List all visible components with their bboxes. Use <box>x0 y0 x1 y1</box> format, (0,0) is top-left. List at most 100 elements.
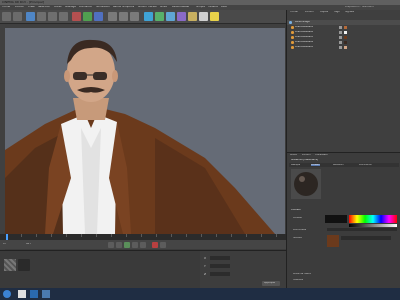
obj-tab-file[interactable]: Fichier <box>290 11 298 14</box>
attr-tab-mode[interactable]: Mode <box>290 154 297 157</box>
object-row[interactable]: Aranceldetall3 <box>287 35 400 40</box>
rotate-icon[interactable] <box>59 12 68 21</box>
photoshop-icon[interactable] <box>30 290 38 298</box>
menu-simulation[interactable]: Simulation <box>96 6 110 9</box>
material-tag-icon[interactable] <box>344 40 347 44</box>
color-spectrum[interactable] <box>349 215 397 223</box>
viewport[interactable] <box>5 28 285 234</box>
layout-selector[interactable]: Disposition : Standard <box>345 6 374 9</box>
object-row[interactable]: Aranceldetall5 <box>287 45 400 50</box>
tag-icon[interactable] <box>339 45 342 49</box>
render-icon[interactable] <box>119 12 128 21</box>
material-tag-icon[interactable] <box>344 35 347 39</box>
obj-tab-objects[interactable]: Objets <box>320 11 328 14</box>
menu-create[interactable]: Créer <box>28 6 35 9</box>
object-row[interactable]: Aranceldetall1 <box>287 25 400 30</box>
select-icon[interactable] <box>26 12 35 21</box>
x-axis-icon[interactable] <box>72 12 81 21</box>
menu-grid[interactable]: Grille <box>160 6 167 9</box>
menu-motion[interactable]: Motion Tracker <box>138 6 157 9</box>
light-icon[interactable] <box>210 12 219 21</box>
move-icon[interactable] <box>37 12 46 21</box>
play-icon[interactable] <box>124 241 130 248</box>
explorer-icon[interactable] <box>18 290 26 298</box>
record-icon[interactable] <box>152 241 158 248</box>
camera-icon[interactable] <box>199 12 208 21</box>
material-swatch[interactable] <box>4 259 16 271</box>
color-swatch[interactable] <box>325 215 347 223</box>
keyframe-icon[interactable] <box>160 241 166 248</box>
material-swatch[interactable] <box>18 259 30 271</box>
deformer-icon[interactable] <box>177 12 186 21</box>
tag-icon[interactable] <box>339 35 342 39</box>
undo-icon[interactable] <box>2 12 11 21</box>
cinema4d-icon[interactable] <box>42 290 50 298</box>
material-tag-icon[interactable] <box>344 25 347 29</box>
polygon-object-icon <box>291 41 294 44</box>
polygon-object-icon <box>291 26 294 29</box>
coordinates-manager: X Y Z Appliquer <box>200 250 286 288</box>
menu-select[interactable]: Sélection <box>38 6 50 9</box>
render-view-icon[interactable] <box>108 12 117 21</box>
object-row[interactable]: Personnage <box>287 20 400 25</box>
end-frame[interactable]: 90 F <box>26 243 32 246</box>
channel-tab-reflection[interactable]: Réflexion <box>333 164 344 166</box>
menu-scripts[interactable]: Scripts <box>196 6 205 9</box>
prev-frame-icon[interactable] <box>116 241 122 248</box>
menu-customize[interactable]: Personnaliser <box>172 6 189 9</box>
redo-icon[interactable] <box>13 12 22 21</box>
texture-thumbnail[interactable] <box>327 235 339 247</box>
attr-tab-user[interactable]: Utilisateur <box>315 154 328 157</box>
menu-help[interactable]: Aide <box>221 6 227 9</box>
menu-window[interactable]: Fenêtre <box>208 6 218 9</box>
z-axis-icon[interactable] <box>94 12 103 21</box>
attr-tab-edit[interactable]: Edition <box>302 154 311 157</box>
coord-y-field[interactable] <box>210 264 230 268</box>
menu-tools[interactable]: Outils <box>54 6 62 9</box>
object-row[interactable]: Aranceldetall2 <box>287 30 400 35</box>
next-frame-icon[interactable] <box>132 241 138 248</box>
render-settings-icon[interactable] <box>130 12 139 21</box>
channel-tabs: Basique Couleur Réflexion Luminance <box>289 163 399 167</box>
channel-tab-color[interactable]: Couleur <box>311 163 320 166</box>
material-tag-icon[interactable] <box>344 45 347 49</box>
taskbar <box>0 288 400 300</box>
obj-tab-edit[interactable]: Edition <box>305 11 314 14</box>
obj-tab-bookmarks[interactable]: Signets <box>345 11 354 14</box>
object-manager: Fichier Edition Objets Tags Signets Pers… <box>286 10 400 152</box>
start-button-icon[interactable] <box>3 290 11 298</box>
menu-sculpt[interactable]: Sculpture <box>122 6 134 9</box>
scale-icon[interactable] <box>48 12 57 21</box>
tag-icon[interactable] <box>339 40 342 44</box>
color-label: Couleur <box>293 217 303 219</box>
goto-end-icon[interactable] <box>140 241 146 248</box>
brightness-slider[interactable] <box>327 228 397 231</box>
tag-icon[interactable] <box>339 25 342 29</box>
obj-tab-tags[interactable]: Tags <box>334 11 340 14</box>
nurbs-icon[interactable] <box>155 12 164 21</box>
object-name: Personnage <box>295 20 310 23</box>
menu-file[interactable]: Fichier <box>2 6 10 9</box>
menu-render[interactable]: Rendu <box>113 6 121 9</box>
channel-tab-luminance[interactable]: Luminance <box>359 164 372 166</box>
tag-icon[interactable] <box>339 30 342 34</box>
scene-icon[interactable] <box>188 12 197 21</box>
menu-animation[interactable]: Animation <box>79 6 92 9</box>
menu-edit[interactable]: Edition <box>15 6 24 9</box>
y-axis-icon[interactable] <box>83 12 92 21</box>
goto-start-icon[interactable] <box>108 241 114 248</box>
texture-path-field[interactable] <box>341 236 391 240</box>
start-frame[interactable]: 0 F <box>3 243 7 246</box>
array-icon[interactable] <box>166 12 175 21</box>
menu-mesh[interactable]: Maillage <box>65 6 76 9</box>
object-row[interactable]: Aranceldetall4 <box>287 40 400 45</box>
coord-z-field[interactable] <box>210 272 230 276</box>
brightness-gradient[interactable] <box>349 224 397 227</box>
apply-button[interactable]: Appliquer <box>262 281 280 286</box>
mix-strength-label: Intensité <box>293 279 304 281</box>
coord-x-field[interactable] <box>210 256 230 260</box>
cube-icon[interactable] <box>144 12 153 21</box>
attribute-manager: Mode Edition Utilisateur Matériau [Mater… <box>286 152 400 288</box>
channel-tab-basic[interactable]: Basique <box>291 164 300 166</box>
material-tag-icon[interactable] <box>344 30 347 34</box>
